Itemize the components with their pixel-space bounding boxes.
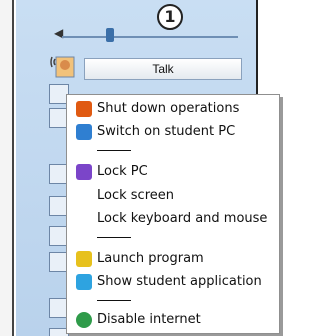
menu-item-label: Lock keyboard and mouse [97,211,268,226]
context-menu: Shut down operations Switch on student P… [66,94,280,334]
left-rail [0,0,14,336]
menu-item-label: Launch program [97,251,204,266]
menu-item-label: Lock screen [97,188,174,203]
menu-item-switch-on[interactable]: Switch on student PC [67,121,279,143]
globe-icon [76,312,92,328]
menu-item-label: Lock PC [97,164,148,179]
volume-track[interactable] [62,36,238,38]
menu-separator [97,237,131,238]
menu-item-shut-down[interactable]: Shut down operations [67,98,279,120]
menu-item-label: Disable internet [97,312,201,327]
menu-item-label: Show student application [97,274,262,289]
menu-separator [97,300,131,301]
menu-item-lock-keyboard[interactable]: Lock keyboard and mouse [67,208,279,230]
volume-handle[interactable] [106,28,114,42]
menu-separator [97,150,131,151]
volume-slider[interactable]: ◀ [28,22,244,44]
menu-item-label: Shut down operations [97,101,240,116]
window-icon [76,274,92,290]
menu-item-lock-screen[interactable]: Lock screen [67,185,279,207]
menu-item-show-application[interactable]: Show student application [67,271,279,293]
power-icon [76,101,92,117]
menu-item-lock-pc[interactable]: Lock PC [67,161,279,183]
lock-icon [76,164,92,180]
talk-button[interactable]: Talk [84,58,242,80]
menu-item-label: Switch on student PC [97,124,236,139]
menu-item-disable-internet[interactable]: Disable internet [67,309,279,331]
folder-icon [76,251,92,267]
menu-item-launch-program[interactable]: Launch program [67,248,279,270]
monitor-icon [76,124,92,140]
step-badge: 1 [157,4,183,30]
talk-icon [50,56,75,78]
